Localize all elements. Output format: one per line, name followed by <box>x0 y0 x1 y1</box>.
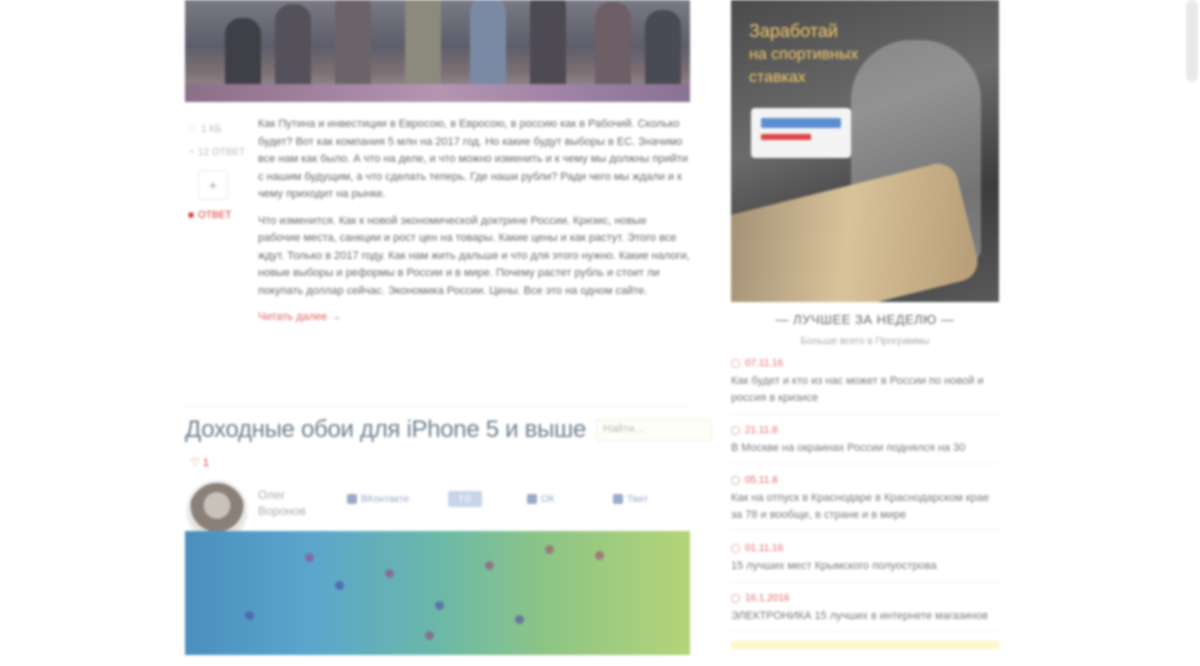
news-time: 01.11.16 <box>745 543 784 554</box>
article-paragraph: Как Путина и инвестиции в Евросою, в Евр… <box>258 118 688 200</box>
ok-icon <box>527 494 537 504</box>
share-fb-button[interactable]: f 0 <box>448 491 482 507</box>
news-time: 21.11.8 <box>745 425 778 436</box>
heart-icon: ♡ <box>188 124 197 135</box>
twitter-icon <box>613 494 623 504</box>
ad-line-2: на спортивных <box>749 46 859 63</box>
vk-icon <box>347 494 357 504</box>
best-of-week-subtitle[interactable]: Больше всего в Программы <box>731 336 999 347</box>
read-more-link[interactable]: Читать далее → <box>258 309 690 327</box>
best-of-week-title: — ЛУЧШЕЕ ЗА НЕДЕЛЮ — <box>775 312 955 327</box>
article-body: Как Путина и инвестиции в Евросою, в Евр… <box>258 116 690 327</box>
news-item[interactable]: 05.11.8 Как на отпуск в Краснодаре в Кра… <box>731 475 999 531</box>
news-item[interactable]: 21.11.8 В Москве на окраинах России подн… <box>731 425 999 464</box>
comment-icon: ■ <box>188 210 195 221</box>
news-title[interactable]: В Москве на окраинах России поднялся на … <box>731 440 999 457</box>
like-count: 1 КБ <box>200 124 222 135</box>
add-button[interactable]: + <box>198 170 228 200</box>
wallpaper-preview-image[interactable] <box>185 531 690 655</box>
plus-icon: + <box>208 177 218 193</box>
clock-icon <box>731 426 740 435</box>
scrollbar[interactable] <box>1186 0 1198 82</box>
clock-icon <box>731 476 740 485</box>
news-time: 05.11.8 <box>745 475 778 486</box>
article-hero-image <box>185 0 690 102</box>
views-counter: ◔ 12 ОТВЕТ <box>188 147 248 158</box>
share-ok-button[interactable]: ОК <box>527 491 555 507</box>
ad-line-1: Заработай <box>749 21 838 41</box>
clock-icon <box>731 544 740 553</box>
article-title[interactable]: Доходные обои для iPhone 5 и выше <box>185 416 586 444</box>
ad-line-3: ставках <box>749 69 806 86</box>
news-time: 07.11.16 <box>745 358 784 369</box>
news-item[interactable]: 16.1.2016 ЭЛЕКТРОНИКА 15 лучших в интерн… <box>731 593 999 632</box>
sidebar-bottom-banner[interactable] <box>731 641 999 649</box>
news-title[interactable]: ЭЛЕКТРОНИКА 15 лучших в интернете магази… <box>731 608 999 625</box>
share-vk-button[interactable]: ВКонтакте <box>347 491 409 507</box>
ad-logo <box>751 108 851 158</box>
article-paragraph: Что изменится. Как к новой экономической… <box>258 214 690 297</box>
news-title[interactable]: Как на отпуск в Краснодаре в Краснодарск… <box>731 490 999 524</box>
share-ok-label: ОК <box>541 493 555 505</box>
share-vk-label: ВКонтакте <box>361 493 410 505</box>
news-title[interactable]: Как будет и кто из нас может в России по… <box>731 373 999 407</box>
sidebar-ad-banner[interactable]: Заработай на спортивных ставках <box>731 0 999 302</box>
share-twitter-label: Твит <box>627 493 649 505</box>
ad-headline: Заработай на спортивных ставках <box>749 20 858 89</box>
news-time: 16.1.2016 <box>745 593 790 604</box>
share-twitter-button[interactable]: Твит <box>613 491 648 507</box>
share-fb-label: f 0 <box>459 493 471 505</box>
like-counter[interactable]: ♡ 1 КБ <box>188 124 248 135</box>
author-name[interactable]: Олег Воронов <box>258 487 318 519</box>
divider <box>185 406 690 407</box>
search-input[interactable]: Найти... <box>596 419 712 441</box>
news-title[interactable]: 15 лучших мест Крымского полуострова <box>731 558 999 575</box>
clock-icon <box>731 359 740 368</box>
clock-icon <box>731 594 740 603</box>
eye-icon: ◔ <box>188 147 195 158</box>
comments-link[interactable]: ■ ОТВЕТ <box>188 210 248 221</box>
comments-label: ОТВЕТ <box>198 210 232 221</box>
news-item[interactable]: 07.11.16 Как будет и кто из нас может в … <box>731 358 999 414</box>
like-counter-2[interactable]: ♡ 1 <box>190 456 209 469</box>
views-count: 12 ОТВЕТ <box>198 147 246 158</box>
news-item[interactable]: 01.11.16 15 лучших мест Крымского полуос… <box>731 543 999 582</box>
article-meta: ♡ 1 КБ ◔ 12 ОТВЕТ + ■ ОТВЕТ <box>188 124 248 233</box>
